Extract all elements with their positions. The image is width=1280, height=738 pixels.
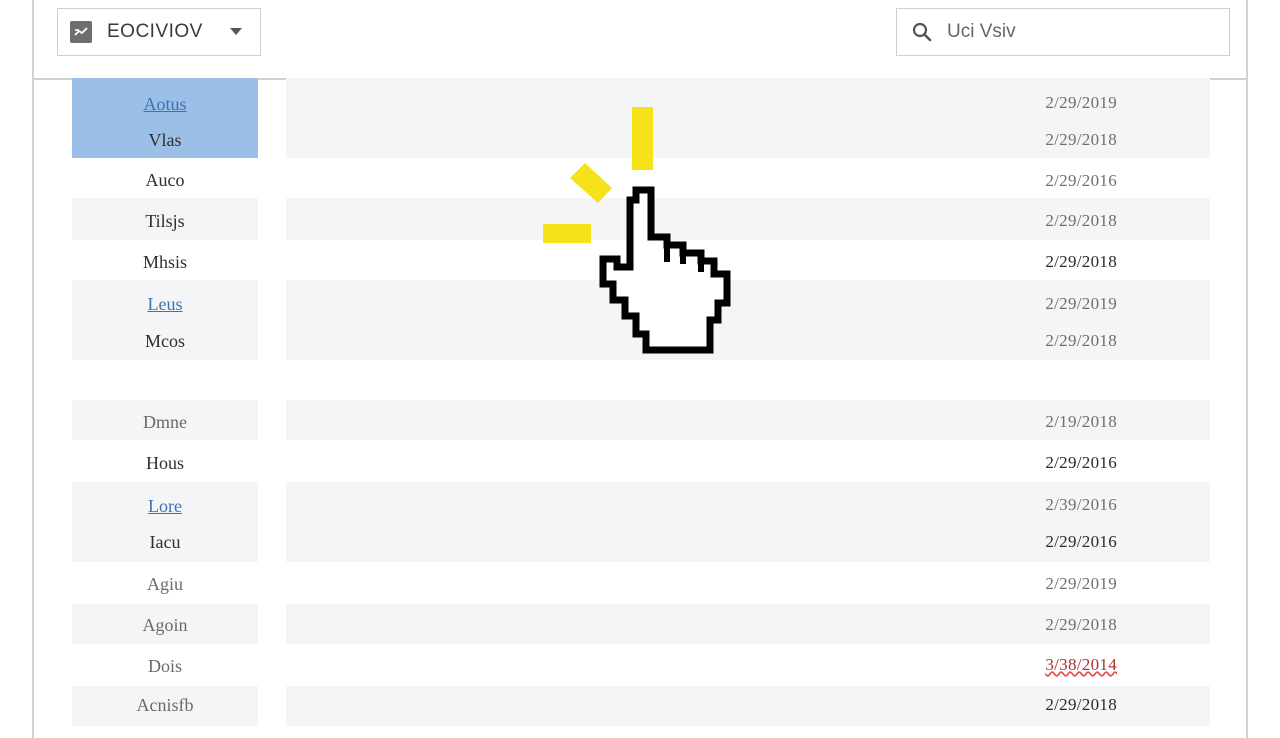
item-date: 2/29/2016	[1045, 171, 1117, 190]
item-date: 2/29/2018	[1045, 331, 1117, 350]
item-date: 2/29/2019	[1045, 574, 1117, 593]
item-name[interactable]: Leus	[72, 294, 258, 315]
toolbar: EOCIVIOV	[34, 0, 1246, 80]
item-name[interactable]: Mcos	[72, 331, 258, 352]
item-date: 2/19/2018	[1045, 412, 1117, 431]
view-mode-label: EOCIVIOV	[107, 21, 203, 42]
item-name[interactable]: Vlas	[72, 130, 258, 151]
item-date: 2/29/2018	[1045, 615, 1117, 634]
list-item[interactable]: Dois 3/38/2014	[72, 644, 1210, 686]
item-name[interactable]: Dmne	[72, 412, 258, 433]
list-item[interactable]: Lore 2/39/2016 Iacu 2/29/2016	[72, 482, 1210, 562]
item-name[interactable]: Dois	[72, 656, 258, 677]
list-item[interactable]: Hous 2/29/2016	[72, 440, 1210, 482]
view-mode-dropdown[interactable]: EOCIVIOV	[57, 8, 261, 56]
item-name[interactable]: Acnisfb	[72, 695, 258, 716]
item-name[interactable]: Agoin	[72, 615, 258, 636]
list-item[interactable]: Leus 2/29/2019 Mcos 2/29/2018	[72, 280, 1210, 360]
item-date: 2/29/2019	[1045, 294, 1117, 313]
item-date: 2/29/2018	[1045, 695, 1117, 714]
item-name[interactable]: Lore	[72, 496, 258, 517]
list-item[interactable]: Acnisfb 2/29/2018	[72, 686, 1210, 726]
item-date: 2/29/2016	[1045, 453, 1117, 472]
list-item[interactable]: Mhsis 2/29/2018	[72, 240, 1210, 280]
search-input[interactable]	[945, 20, 1209, 44]
item-name[interactable]: Tilsjs	[72, 211, 258, 232]
item-date: 3/38/2014	[1045, 655, 1117, 674]
item-name[interactable]: Agiu	[72, 574, 258, 595]
list-item[interactable]: Tilsjs 2/29/2018	[72, 198, 1210, 240]
chevron-down-icon	[230, 28, 242, 35]
item-date: 2/29/2018	[1045, 211, 1117, 230]
list-item[interactable]: Dmne 2/19/2018	[72, 400, 1210, 440]
list-item[interactable]: Aotus 2/29/2019 Vlas 2/29/2018	[72, 78, 1210, 158]
item-name[interactable]: Iacu	[72, 532, 258, 553]
item-date: 2/29/2019	[1045, 93, 1117, 112]
item-name[interactable]: Aotus	[72, 94, 258, 115]
search-box[interactable]	[896, 8, 1230, 56]
view-mode-icon	[70, 21, 92, 43]
search-icon	[912, 22, 932, 42]
list-item[interactable]: Auco 2/29/2016	[72, 158, 1210, 198]
item-name[interactable]: Auco	[72, 170, 258, 191]
item-date: 2/39/2016	[1045, 495, 1117, 514]
item-name[interactable]: Mhsis	[72, 252, 258, 273]
item-name[interactable]: Hous	[72, 453, 258, 474]
item-date: 2/29/2018	[1045, 252, 1117, 271]
list-item[interactable]: Agoin 2/29/2018	[72, 604, 1210, 644]
item-date: 2/29/2016	[1045, 532, 1117, 551]
item-date: 2/29/2018	[1045, 130, 1117, 149]
file-browser-window: EOCIVIOV Aotus 2/29/2019 Vlas 2/29/2018 …	[32, 0, 1248, 738]
list-item[interactable]: Agiu 2/29/2019	[72, 562, 1210, 604]
